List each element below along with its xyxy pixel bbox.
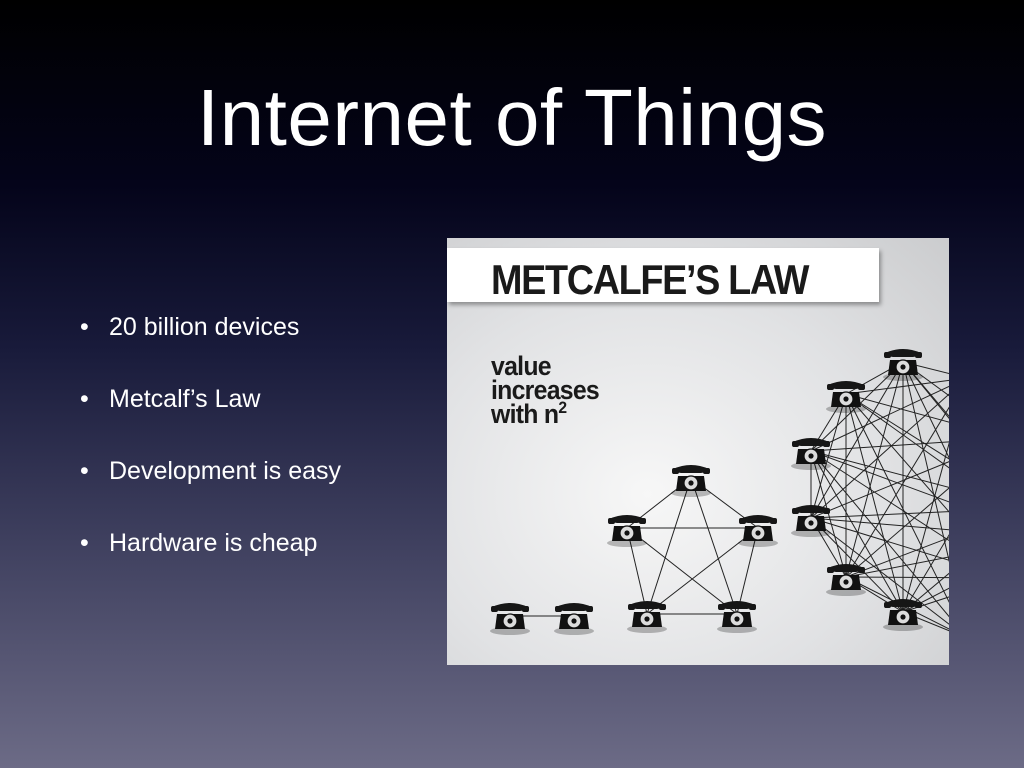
network-link	[845, 393, 949, 513]
five-phone-network-links	[626, 477, 759, 615]
bullet-dot: •	[80, 457, 89, 485]
network-link	[845, 393, 949, 469]
rotary-telephone-icon	[825, 380, 867, 414]
five-phone-network-phones	[606, 464, 779, 634]
bullet-item: • Development is easy	[80, 454, 400, 488]
network-link	[810, 450, 949, 618]
metcalfe-law-image: METCALFE’S LAW value increases with n2	[447, 238, 949, 665]
rotary-telephone-icon	[670, 464, 712, 498]
rotary-telephone-icon	[716, 600, 758, 634]
network-link	[845, 576, 949, 579]
caption-line: with n2	[491, 399, 599, 429]
bullet-list: • 20 billion devices • Metcalf’s Law • D…	[80, 310, 400, 598]
network-link	[646, 477, 692, 615]
two-phone-network-phones	[489, 602, 595, 636]
network-link	[902, 361, 949, 563]
rotary-telephone-icon	[489, 602, 531, 636]
bullet-dot: •	[80, 313, 89, 341]
bullet-text: Metcalf’s Law	[109, 385, 261, 413]
rotary-telephone-icon	[790, 504, 832, 538]
rotary-telephone-icon	[606, 514, 648, 548]
network-link	[690, 477, 738, 615]
rotary-telephone-icon	[553, 602, 595, 636]
bullet-dot: •	[80, 529, 89, 557]
banner-title: METCALFE’S LAW	[491, 256, 809, 303]
exponent: 2	[558, 398, 567, 417]
caption: value increases with n2	[491, 353, 600, 429]
rotary-telephone-icon	[882, 598, 924, 632]
caption-text: with n	[491, 399, 559, 429]
rotary-telephone-icon	[825, 563, 867, 597]
rotary-telephone-icon	[737, 514, 779, 548]
bullet-dot: •	[80, 385, 89, 413]
slide-title: Internet of Things	[196, 73, 828, 162]
bullet-text: 20 billion devices	[109, 313, 300, 341]
rotary-telephone-icon	[626, 600, 668, 634]
bullet-item: • 20 billion devices	[80, 310, 400, 344]
bullet-text: Hardware is cheap	[109, 529, 318, 557]
banner: METCALFE’S LAW	[447, 248, 879, 303]
bullet-item: • Hardware is cheap	[80, 526, 400, 560]
bullet-item: • Metcalf’s Law	[80, 382, 400, 416]
bullet-text: Development is easy	[109, 457, 342, 485]
rotary-telephone-icon	[790, 437, 832, 471]
